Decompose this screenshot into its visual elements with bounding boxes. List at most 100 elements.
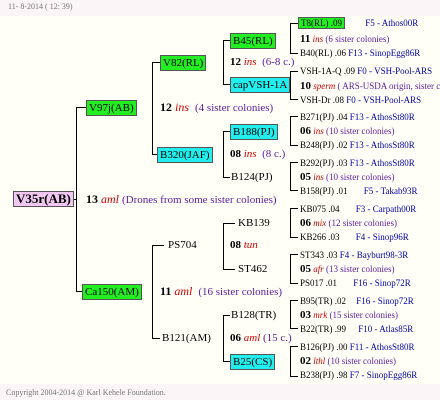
connector bbox=[223, 223, 224, 269]
connector bbox=[290, 99, 298, 100]
g3-queen[interactable]: KB139 bbox=[238, 216, 270, 230]
g2-note: (8 c.) bbox=[262, 148, 286, 160]
connector bbox=[152, 245, 164, 246]
g3-queen[interactable]: B128(TR) bbox=[231, 308, 276, 322]
g4-queen[interactable]: ST343 .03 bbox=[300, 250, 338, 260]
g1-note: (4 sister colonies) bbox=[195, 102, 274, 114]
connector bbox=[290, 346, 291, 376]
g4-queen[interactable]: B158(PJ) .01 bbox=[300, 186, 348, 196]
g4-queen[interactable]: B292(PJ) .03 bbox=[300, 158, 348, 168]
g2-note: (15 c.) bbox=[263, 332, 292, 344]
connector bbox=[290, 71, 298, 72]
g1-queen[interactable]: V97j(AB) bbox=[86, 100, 137, 116]
g4-origin: F13 - SinopEgg86R bbox=[348, 48, 421, 58]
g4-origin: F7 - SinopEgg86R bbox=[349, 370, 418, 380]
g4-row: 10 sperm ( ARS-USDA origin, sister colon… bbox=[300, 79, 440, 93]
g2-queen[interactable]: PS704 bbox=[168, 238, 197, 252]
connector bbox=[223, 84, 230, 85]
connector bbox=[290, 254, 298, 255]
g2-year: 08 bbox=[230, 239, 241, 251]
connector bbox=[290, 23, 291, 53]
connector bbox=[290, 162, 298, 163]
pedigree-chart: 11- 8-2014 ( 12: 39) Copyright 2004-2014… bbox=[0, 0, 440, 400]
root-year: 13 bbox=[86, 192, 98, 206]
g4-origin: F11 - AthosSt80R bbox=[349, 342, 415, 352]
g2-line: ins bbox=[243, 148, 257, 160]
g4-line: ins bbox=[313, 126, 324, 136]
g3-queen[interactable]: capVSH-1A bbox=[230, 77, 291, 93]
g4-queen[interactable]: VSH-Dr .08 bbox=[300, 95, 344, 105]
g4-origin: F13 - AthosSt80R bbox=[349, 140, 415, 150]
g3-queen[interactable]: B124(PJ) bbox=[231, 170, 273, 184]
g4-row: B95(TR) .02 F16 - Sinop72R bbox=[300, 294, 414, 308]
root-info: 13 aml (Drones from some sister colonies… bbox=[86, 192, 277, 207]
connector bbox=[223, 131, 224, 177]
g4-row: 06 mix (12 sister colonies) bbox=[300, 216, 397, 230]
g4-queen[interactable]: B126(PJ) .00 bbox=[300, 342, 348, 352]
connector bbox=[152, 62, 160, 63]
g1-queen[interactable]: Ca150(AM) bbox=[82, 284, 142, 300]
g4-row: B238(PJ) .98 F7 - SinopEgg86R bbox=[300, 368, 417, 382]
g4-row: 03 mrk (15 sister colonies) bbox=[300, 308, 398, 322]
g4-origin: F0 - VSH-Pool-ARS bbox=[346, 95, 422, 105]
g2-queen[interactable]: B121(AM) bbox=[162, 331, 211, 345]
g2-queen[interactable]: B320(JAF) bbox=[157, 147, 213, 163]
g4-row: B126(PJ) .00 F11 - AthosSt80R bbox=[300, 340, 414, 354]
g4-note: (10 sister colonies) bbox=[326, 172, 395, 182]
g4-year: 02 bbox=[300, 355, 311, 367]
connector bbox=[290, 300, 298, 301]
g4-note: (6 sister colonies) bbox=[325, 34, 390, 44]
g4-row: 06 ins (10 sister colonies) bbox=[300, 124, 395, 138]
g4-line: mix bbox=[313, 218, 327, 228]
connector bbox=[223, 269, 235, 270]
g4-queen[interactable]: B40(RL) .06 bbox=[300, 48, 346, 58]
g4-origin: F13 - AthosSt80R bbox=[349, 158, 415, 168]
g4-row: KB075 .04 F3 - Carpath00R bbox=[300, 202, 416, 216]
g4-line: mrk bbox=[313, 310, 328, 320]
g4-line: sperm bbox=[313, 81, 336, 91]
g3-queen[interactable]: ST462 bbox=[238, 262, 267, 276]
g4-queen[interactable]: T8(RL) .09 bbox=[298, 17, 345, 29]
g2-info: 12 ins (6-8 c.) bbox=[230, 55, 294, 69]
connector bbox=[223, 361, 230, 362]
g2-year: 06 bbox=[230, 332, 241, 344]
g4-line: ins bbox=[313, 172, 324, 182]
g3-queen[interactable]: B188(PJ) bbox=[230, 124, 278, 140]
g2-year: 08 bbox=[230, 148, 241, 160]
g3-queen[interactable]: B45(RL) bbox=[230, 33, 276, 49]
g4-queen[interactable]: B238(PJ) .98 bbox=[300, 370, 348, 380]
g4-queen[interactable]: VSH-1A-Q .09 bbox=[300, 66, 355, 76]
g4-line: lthl bbox=[313, 356, 326, 366]
g4-row: B271(PJ) .04 F13 - AthosSt80R bbox=[300, 110, 415, 124]
g4-origin: F16 - Sinop72R bbox=[353, 278, 411, 288]
g4-row: VSH-1A-Q .09 F0 - VSH-Pool-ARS bbox=[300, 64, 432, 78]
g4-queen[interactable]: KB266 .03 bbox=[300, 232, 340, 242]
g1-line: ins bbox=[175, 100, 190, 114]
connector bbox=[290, 162, 291, 190]
connector bbox=[290, 208, 291, 237]
connector bbox=[76, 107, 86, 108]
root-note: (Drones from some sister colonies) bbox=[122, 194, 277, 206]
g1-year: 11 bbox=[160, 284, 172, 298]
g4-year: 03 bbox=[300, 309, 311, 321]
g4-queen[interactable]: B22(TR) .99 bbox=[300, 324, 346, 334]
root-queen[interactable]: V35r(AB) bbox=[13, 191, 74, 207]
connector bbox=[223, 40, 230, 41]
g1-line: aml bbox=[174, 284, 193, 298]
g4-note: (10 sister colonies) bbox=[326, 126, 395, 136]
g4-note: ( ARS-USDA origin, sister colonies) bbox=[337, 81, 440, 91]
g4-queen[interactable]: KB075 .04 bbox=[300, 204, 340, 214]
g4-queen[interactable]: B271(PJ) .04 bbox=[300, 112, 348, 122]
g4-row: 05 afr (13 sister colonies) bbox=[300, 262, 395, 276]
g1-info: 11 aml (16 sister colonies) bbox=[160, 284, 282, 299]
connector bbox=[290, 145, 298, 146]
g4-queen[interactable]: B95(TR) .02 bbox=[300, 296, 346, 306]
g4-line: afr bbox=[313, 264, 324, 274]
g4-year: 05 bbox=[300, 171, 311, 183]
g4-queen[interactable]: PS017 .01 bbox=[300, 278, 337, 288]
g4-queen[interactable]: B248(PJ) .02 bbox=[300, 140, 348, 150]
connector bbox=[223, 131, 230, 132]
g2-queen[interactable]: V82(RL) bbox=[160, 55, 207, 71]
g3-queen[interactable]: B25(CS) bbox=[230, 354, 276, 370]
g4-row: T8(RL) .09 F5 - Athos00R bbox=[298, 16, 418, 30]
